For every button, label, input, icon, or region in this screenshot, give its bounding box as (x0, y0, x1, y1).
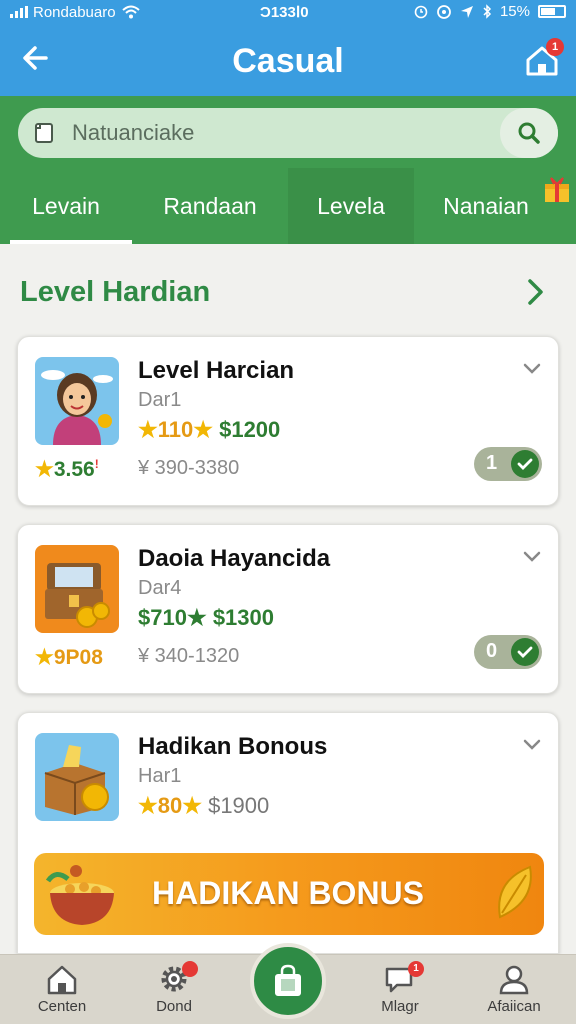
card-title: Daoia Hayancida (138, 545, 331, 572)
gift-icon (545, 177, 569, 202)
page-title: Casual (232, 42, 344, 80)
nav-item-centen[interactable]: Centen (12, 963, 112, 1015)
home-icon (47, 965, 77, 995)
treasure-chest-thumbnail (35, 545, 119, 633)
card-range: ¥ 340-1320 (138, 645, 240, 667)
star-icon: ★ (186, 605, 207, 630)
tab-randaan[interactable]: Randaan (132, 168, 288, 244)
level-card[interactable]: Daoia Hayancida Dar4 $710★ $1300 ★9P08 ¥… (17, 524, 559, 694)
chevron-down-icon[interactable] (522, 737, 542, 753)
card-reward: ★80★ $1900 (138, 793, 270, 818)
card-day: Dar1 (138, 389, 182, 411)
notification-badge: 1 (408, 961, 424, 977)
star-icon: ★ (138, 793, 158, 818)
card-rating: ★9P08 (35, 646, 103, 669)
wifi-icon (121, 5, 140, 19)
app-bar: Casual 1 (0, 24, 576, 96)
card-range: ¥ 390-3380 (138, 457, 240, 479)
bonus-card[interactable]: Hadikan Bonous Har1 ★80★ $1900 HADIKAN B… (17, 712, 559, 954)
bonus-banner-button[interactable]: HADIKAN BONUS (34, 853, 544, 935)
food-bowl-icon (45, 865, 114, 925)
search-icon (518, 122, 540, 144)
tab-levela[interactable]: Levela (288, 168, 414, 244)
status-bar: Rondabuaro Ɔ133ꓲ0 15% (0, 0, 576, 24)
document-icon (35, 123, 53, 143)
carrier-name: Rondabuaro (33, 3, 116, 21)
check-icon (511, 638, 539, 666)
chevron-down-icon[interactable] (522, 361, 542, 377)
card-reward: ★110★ $1200 (138, 417, 281, 442)
nav-item-dond[interactable]: Dond (124, 961, 224, 1015)
search-bar[interactable]: Natuanciake (18, 108, 558, 158)
star-icon: ★ (182, 793, 202, 818)
shopping-bag-icon (275, 964, 301, 996)
bluetooth-icon (483, 4, 492, 19)
bonus-banner-label: HADIKAN BONUS (152, 875, 424, 911)
shop-button[interactable] (250, 943, 326, 1019)
card-rating: ★3.56! (35, 457, 99, 481)
check-icon (511, 450, 539, 478)
notification-badge: 1 (546, 38, 564, 56)
alarm-icon (414, 5, 428, 18)
tab-nanaian[interactable]: Nanaian (414, 168, 576, 244)
search-button[interactable] (500, 108, 558, 158)
signal-icon (10, 6, 28, 18)
level-card[interactable]: Level Harcian Dar1 ★110★ $1200 ★3.56! ¥ … (17, 336, 559, 506)
tab-bar: Levain Randaan Levela Nanaian (0, 168, 576, 244)
location-icon (460, 5, 473, 18)
home-button[interactable]: 1 (522, 38, 564, 80)
chevron-down-icon[interactable] (522, 549, 542, 565)
star-icon: ★ (35, 646, 54, 669)
card-title: Hadikan Bonous (138, 733, 328, 760)
battery-percent: 15% (499, 3, 530, 20)
notification-badge (182, 961, 198, 977)
card-title: Level Harcian (138, 357, 295, 384)
battery-icon (538, 5, 566, 18)
bonus-crate-thumbnail (35, 733, 119, 821)
clock: Ɔ133ꓲ0 (260, 4, 309, 21)
profile-icon (499, 965, 529, 995)
nav-item-afaiican[interactable]: Afaiican (464, 963, 564, 1015)
star-icon: ★ (35, 458, 54, 481)
search-input[interactable]: Natuanciake (72, 120, 194, 146)
avatar-thumbnail (35, 357, 119, 445)
tab-levain[interactable]: Levain (0, 168, 132, 244)
toggle-switch[interactable]: 1 (474, 447, 542, 481)
card-day: Dar4 (138, 577, 182, 599)
header-band: Natuanciake Levain Randaan Levela Nanaia… (0, 96, 576, 244)
card-reward: $710★ $1300 (138, 605, 274, 630)
sync-icon (437, 4, 451, 19)
section-title: Level Hardian (20, 276, 211, 308)
bottom-nav: Centen Dond 1 Mlagr Afaiican (0, 943, 576, 1024)
leaf-icon (498, 865, 532, 919)
card-day: Har1 (138, 765, 182, 787)
nav-item-mlagr[interactable]: 1 Mlagr (350, 961, 450, 1015)
toggle-switch[interactable]: 0 (474, 635, 542, 669)
chevron-right-icon[interactable] (522, 276, 548, 308)
star-icon: ★ (138, 417, 158, 442)
star-icon: ★ (193, 417, 213, 442)
